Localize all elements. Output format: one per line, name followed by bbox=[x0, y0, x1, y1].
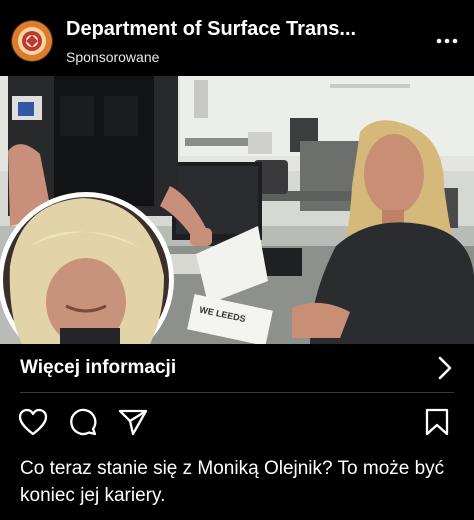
comment-button[interactable] bbox=[66, 404, 100, 440]
like-button[interactable] bbox=[16, 404, 50, 440]
post-actions bbox=[0, 404, 474, 444]
chevron-right-icon bbox=[438, 356, 452, 385]
post-header: Department of Surface Trans... Sponsorow… bbox=[0, 0, 474, 76]
share-icon bbox=[118, 409, 148, 436]
heart-icon bbox=[18, 408, 48, 436]
more-options-button[interactable] bbox=[434, 28, 460, 54]
agency-logo-icon bbox=[12, 21, 52, 61]
save-button[interactable] bbox=[420, 404, 454, 440]
share-button[interactable] bbox=[116, 404, 150, 440]
learn-more-button[interactable]: Więcej informacji bbox=[0, 344, 474, 392]
office-scene-photo: WE LEEDS bbox=[0, 76, 474, 344]
post-image[interactable]: WE LEEDS bbox=[0, 76, 474, 344]
account-avatar[interactable] bbox=[12, 21, 52, 61]
cta-label: Więcej informacji bbox=[20, 357, 177, 378]
divider bbox=[20, 392, 454, 393]
post-caption: Co teraz stanie się z Moniką Olejnik? To… bbox=[20, 458, 445, 506]
comment-icon bbox=[70, 408, 97, 436]
account-name[interactable]: Department of Surface Trans... bbox=[66, 18, 416, 41]
more-horizontal-icon bbox=[436, 38, 458, 44]
sponsored-label: Sponsorowane bbox=[66, 49, 160, 65]
bookmark-icon bbox=[425, 408, 449, 436]
